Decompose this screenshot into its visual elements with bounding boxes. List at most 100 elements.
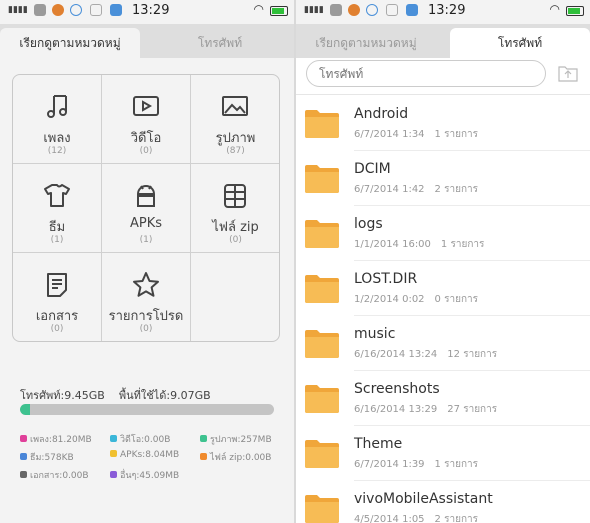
legend-item: อื่นๆ:45.09MB — [110, 468, 179, 482]
tab-categories[interactable]: เรียกดูตามหมวดหมู่ — [296, 28, 436, 58]
category-5[interactable]: APKs (1) — [102, 164, 191, 253]
folder-item-count: 1 — [434, 459, 441, 470]
folder-icon — [305, 330, 339, 358]
folder-date: 6/7/2014 1:42 — [354, 184, 425, 195]
free-space-value: 9.07GB — [170, 389, 211, 402]
legend-swatch — [20, 471, 27, 478]
folder-date: 1/2/2014 0:02 — [354, 294, 425, 305]
search-input[interactable] — [306, 60, 546, 87]
video-play-icon — [133, 96, 159, 116]
zip-archive-icon — [224, 184, 246, 208]
folder-item-count: 1 — [434, 129, 441, 140]
legend-swatch — [20, 435, 27, 442]
folder-name: Screenshots — [354, 381, 440, 397]
usb-icon — [110, 4, 122, 16]
category-label: ธีม — [48, 220, 66, 235]
folder-icon — [305, 495, 339, 523]
legend-text: APKs:8.04MB — [120, 450, 180, 460]
legend-swatch — [110, 471, 117, 478]
folder-row[interactable]: Screenshots 6/16/2014 13:29 27 รายการ — [296, 371, 590, 426]
phone-storage-label: โทรศัพท์: — [20, 389, 65, 402]
mail-icon — [386, 4, 398, 16]
category-6[interactable]: ไฟล์ zip (0) — [191, 164, 279, 253]
items-label: รายการ — [444, 184, 478, 195]
legend-item: ธีม:578KB — [20, 450, 74, 464]
items-label: รายการ — [463, 349, 498, 360]
category-2[interactable]: วิดีโอ (0) — [102, 75, 191, 164]
folder-date: 4/5/2014 1:05 — [354, 514, 425, 523]
folder-name: music — [354, 326, 396, 342]
clock: 13:29 — [132, 3, 170, 18]
folder-icon — [305, 110, 339, 138]
folder-item-count: 12 — [447, 349, 461, 360]
legend-text: ธีม:578KB — [30, 453, 74, 463]
folder-row[interactable]: DCIM 6/7/2014 1:42 2 รายการ — [296, 151, 590, 206]
category-3[interactable]: รูปภาพ (87) — [191, 75, 279, 164]
folder-item-count: 1 — [440, 239, 448, 250]
folder-item-count: 27 — [447, 404, 461, 415]
folder-row[interactable]: vivoMobileAssistant 4/5/2014 1:05 2 รายการ — [296, 481, 590, 523]
folder-row[interactable]: Theme 6/7/2014 1:39 1 รายการ — [296, 426, 590, 481]
legend-text: เพลง:81.20MB — [30, 435, 92, 445]
folder-date: 6/16/2014 13:24 — [354, 349, 438, 360]
tab-phone[interactable]: โทรศัพท์ — [450, 28, 590, 58]
status-bar: ▮▮▮▮ 13:29 ◠ — [296, 0, 590, 24]
folder-row[interactable]: logs 1/1/2014 16:00 1 รายการ — [296, 206, 590, 261]
legend-item: รูปภาพ:257MB — [200, 432, 272, 446]
tab-categories[interactable]: เรียกดูตามหมวดหมู่ — [0, 28, 140, 58]
parent-folder-icon[interactable] — [558, 64, 578, 82]
category-count: (0) — [229, 235, 242, 245]
folder-meta: 1/1/2014 16:00 1 รายการ — [354, 237, 484, 252]
category-label: วิดีโอ — [130, 131, 162, 146]
category-8[interactable]: รายการโปรด (0) — [102, 253, 191, 341]
status-bar: ▮▮▮▮ 13:29 ◠ — [0, 0, 294, 24]
android-icon — [136, 185, 156, 207]
notification-icon — [348, 4, 360, 16]
signal-icon: ▮▮▮▮ — [304, 5, 324, 15]
tab-bar: เรียกดูตามหมวดหมู่ โทรศัพท์ — [296, 24, 590, 58]
tshirt-icon — [44, 184, 70, 207]
folder-name: logs — [354, 216, 383, 232]
category-count: (0) — [50, 324, 64, 334]
folder-name: Android — [354, 106, 409, 122]
info-icon — [70, 4, 82, 16]
items-label: รายการ — [444, 459, 478, 470]
mail-icon — [90, 4, 102, 16]
folder-icon — [305, 275, 339, 303]
items-label: รายการ — [444, 514, 478, 523]
sim-icon — [34, 4, 46, 16]
legend-swatch — [200, 435, 207, 442]
tab-phone[interactable]: โทรศัพท์ — [150, 28, 290, 58]
folder-row[interactable]: music 6/16/2014 13:24 12 รายการ — [296, 316, 590, 371]
items-label: รายการ — [444, 294, 478, 305]
legend-swatch — [20, 453, 27, 460]
category-panel: ▮▮▮▮ 13:29 ◠ เรียกดูตามหมวดหมู่ โทรศัพท์… — [0, 0, 294, 523]
items-label: รายการ — [444, 129, 478, 140]
category-7[interactable]: เอกสาร (0) — [13, 253, 102, 341]
legend-item: เอกสาร:0.00B — [20, 468, 89, 482]
category-4[interactable]: ธีม (1) — [13, 164, 102, 253]
category-label: ไฟล์ zip — [212, 220, 259, 235]
folder-row[interactable]: LOST.DIR 1/2/2014 0:02 0 รายการ — [296, 261, 590, 316]
category-count: (1) — [50, 235, 64, 245]
category-count: (1) — [139, 235, 153, 245]
folder-row[interactable]: Android 6/7/2014 1:34 1 รายการ — [296, 96, 590, 151]
category-1[interactable]: เพลง (12) — [13, 75, 102, 164]
wifi-icon: ◠ — [549, 2, 560, 16]
phone-storage-value: 9.45GB — [64, 389, 105, 402]
folder-item-count: 0 — [434, 294, 441, 305]
wifi-icon: ◠ — [253, 2, 264, 16]
folder-meta: 6/7/2014 1:34 1 รายการ — [354, 127, 478, 142]
legend-item: APKs:8.04MB — [110, 450, 179, 460]
legend-swatch — [110, 450, 117, 457]
tab-bar: เรียกดูตามหมวดหมู่ โทรศัพท์ — [0, 24, 294, 58]
battery-icon — [270, 6, 288, 16]
legend-item: เพลง:81.20MB — [20, 432, 92, 446]
category-label: เอกสาร — [35, 309, 79, 324]
folder-date: 6/7/2014 1:34 — [354, 129, 425, 140]
folder-name: LOST.DIR — [354, 271, 418, 287]
legend-swatch — [200, 453, 207, 460]
folder-meta: 4/5/2014 1:05 2 รายการ — [354, 512, 478, 523]
items-label: รายการ — [463, 404, 498, 415]
storage-bar-fill — [20, 404, 31, 415]
